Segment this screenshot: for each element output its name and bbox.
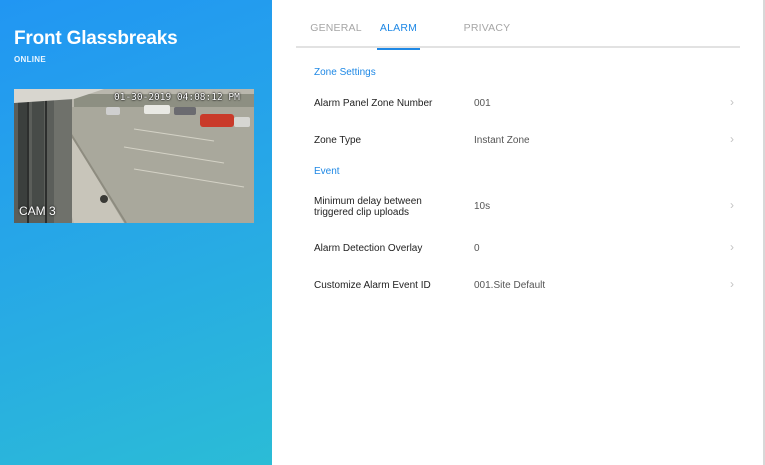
row-label: Zone Type bbox=[314, 135, 362, 146]
device-panel: Front Glassbreaks ONLINE 01-30-2019 04:0… bbox=[0, 0, 272, 465]
device-status: ONLINE bbox=[14, 55, 47, 64]
row-label: Customize Alarm Event ID bbox=[314, 280, 431, 291]
chevron-right-icon: › bbox=[730, 95, 734, 109]
tab-alarm[interactable]: ALARM bbox=[377, 18, 420, 50]
setting-row-min-delay[interactable]: Minimum delay between triggered clip upl… bbox=[296, 188, 740, 218]
setting-row-zone-number[interactable]: Alarm Panel Zone Number 001 › bbox=[296, 88, 740, 118]
row-value: Instant Zone bbox=[474, 135, 530, 146]
settings-tabs: GENERAL ALARM PRIVACY bbox=[296, 18, 740, 50]
chevron-right-icon: › bbox=[730, 240, 734, 254]
row-label: Minimum delay between bbox=[314, 196, 422, 207]
device-title: Front Glassbreaks bbox=[14, 28, 178, 49]
row-label: Alarm Panel Zone Number bbox=[314, 98, 433, 109]
chevron-right-icon: › bbox=[730, 198, 734, 212]
section-title-event: Event bbox=[314, 166, 340, 177]
tab-privacy[interactable]: PRIVACY bbox=[451, 18, 523, 48]
setting-row-zone-type[interactable]: Zone Type Instant Zone › bbox=[296, 125, 740, 155]
setting-row-detection-overlay[interactable]: Alarm Detection Overlay 0 › bbox=[296, 233, 740, 263]
chevron-right-icon: › bbox=[730, 277, 734, 291]
row-value: 001.Site Default bbox=[474, 280, 546, 291]
row-value: 0 bbox=[474, 243, 480, 254]
setting-row-alarm-event-id[interactable]: Customize Alarm Event ID 001.Site Defaul… bbox=[296, 270, 740, 300]
camera-timestamp: 01-30-2019 04:08:12 PM bbox=[114, 92, 240, 103]
camera-label: CAM 3 bbox=[19, 204, 56, 218]
tab-general[interactable]: GENERAL bbox=[296, 18, 376, 48]
row-value: 001 bbox=[474, 98, 491, 109]
chevron-right-icon: › bbox=[730, 132, 734, 146]
row-label-line2: triggered clip uploads bbox=[314, 207, 410, 218]
section-title-zone-settings: Zone Settings bbox=[314, 67, 376, 78]
row-label: Alarm Detection Overlay bbox=[314, 243, 423, 254]
camera-scene-image bbox=[14, 89, 254, 223]
camera-thumbnail[interactable]: 01-30-2019 04:08:12 PM CAM 3 bbox=[14, 89, 254, 223]
row-value: 10s bbox=[474, 201, 491, 212]
